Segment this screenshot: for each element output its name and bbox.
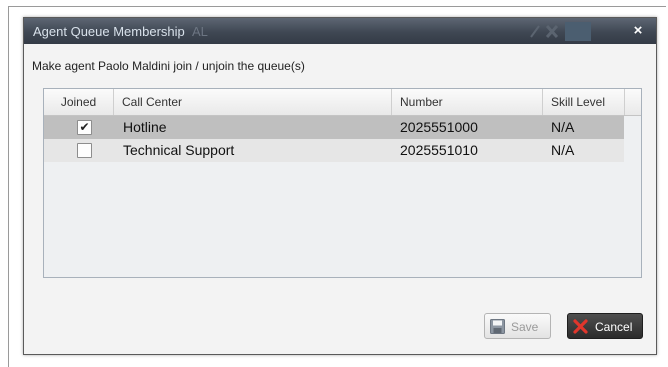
red-x-icon xyxy=(573,319,588,334)
table-scrollbar-gutter xyxy=(624,116,641,162)
joined-checkbox[interactable] xyxy=(77,143,92,158)
column-header-number[interactable]: Number xyxy=(392,89,543,115)
background-window-edge xyxy=(8,6,666,7)
cancel-button[interactable]: Cancel xyxy=(567,313,643,339)
skill-level-cell: N/A xyxy=(551,142,575,158)
call-center-cell: Technical Support xyxy=(123,142,235,158)
call-center-cell: Hotline xyxy=(123,119,167,135)
column-header-call-center[interactable]: Call Center xyxy=(114,89,392,115)
queue-membership-table: Joined Call Center Number Skill Level ✔ … xyxy=(43,88,642,278)
save-button-label: Save xyxy=(511,320,539,334)
dialog-titlebar[interactable]: Agent Queue Membership AL × xyxy=(24,18,656,44)
background-toolbar-icons-ghost xyxy=(530,22,591,41)
table-row[interactable]: Technical Support 2025551010 N/A xyxy=(44,139,624,162)
joined-checkbox[interactable]: ✔ xyxy=(77,120,92,135)
dialog-title: Agent Queue Membership xyxy=(33,24,185,39)
close-icon[interactable]: × xyxy=(628,21,648,41)
column-header-joined[interactable]: Joined xyxy=(44,89,114,115)
number-cell: 2025551000 xyxy=(400,119,478,135)
save-button[interactable]: Save xyxy=(484,313,551,339)
table-row[interactable]: ✔ Hotline 2025551000 N/A xyxy=(44,116,624,139)
number-cell: 2025551010 xyxy=(400,142,478,158)
background-title-ghost: AL xyxy=(192,24,208,39)
skill-level-cell: N/A xyxy=(551,119,575,135)
agent-queue-membership-dialog: Agent Queue Membership AL × Make agent P… xyxy=(23,17,657,355)
background-window-edge-left xyxy=(8,6,9,367)
instruction-text: Make agent Paolo Maldini join / unjoin t… xyxy=(32,59,305,73)
cancel-button-label: Cancel xyxy=(595,320,633,334)
floppy-disk-icon xyxy=(490,319,505,334)
table-header: Joined Call Center Number Skill Level xyxy=(44,89,641,116)
column-header-skill-level[interactable]: Skill Level xyxy=(543,89,625,115)
